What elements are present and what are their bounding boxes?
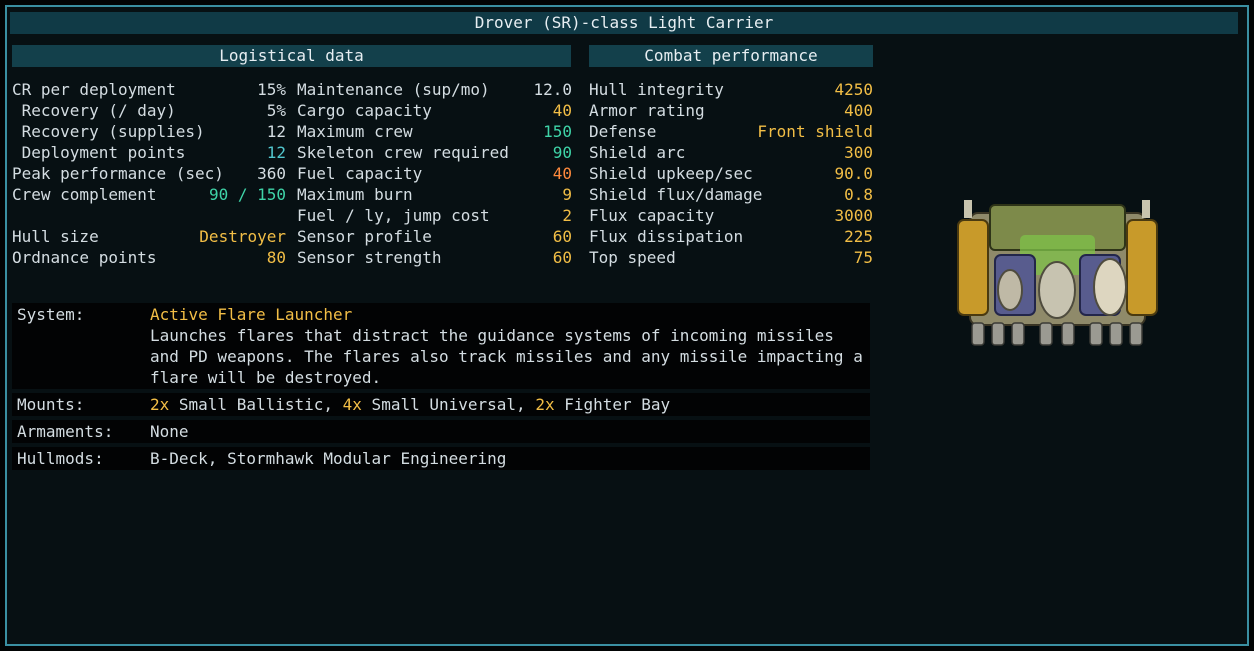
combat-header: Combat performance bbox=[589, 45, 873, 67]
stat-value: 0.8 bbox=[844, 185, 873, 204]
ship-title-bar: Drover (SR)-class Light Carrier bbox=[10, 12, 1238, 34]
stat-value: Front shield bbox=[757, 122, 873, 141]
stat-label: Shield upkeep/sec bbox=[589, 164, 753, 183]
mounts-list: 2x Small Ballistic, 4x Small Universal, … bbox=[150, 394, 865, 415]
stat-value: 90.0 bbox=[834, 164, 873, 183]
stat-row: Armor rating 400 bbox=[0, 100, 1254, 121]
mount-count: 2x bbox=[150, 395, 170, 414]
stat-label: Flux capacity bbox=[589, 206, 715, 225]
system-label: System: bbox=[17, 305, 85, 324]
stat-label: Flux dissipation bbox=[589, 227, 744, 246]
stat-value: 225 bbox=[844, 227, 873, 246]
stat-label: Hull integrity bbox=[589, 80, 724, 99]
armaments-row: Armaments: None bbox=[12, 420, 870, 443]
stat-value: 4250 bbox=[834, 80, 873, 99]
hullmods-label: Hullmods: bbox=[17, 449, 104, 468]
mount-type: Small Ballistic, bbox=[169, 395, 343, 414]
hullmods-row: Hullmods: B-Deck, Stormhawk Modular Engi… bbox=[12, 447, 870, 470]
stat-value: 75 bbox=[853, 248, 873, 267]
combat-header-label: Combat performance bbox=[644, 46, 818, 65]
stat-row: Defense Front shield bbox=[0, 121, 1254, 142]
ship-title: Drover (SR)-class Light Carrier bbox=[474, 13, 774, 32]
mount-type: Fighter Bay bbox=[554, 395, 671, 414]
stat-row: Hull integrity 4250 bbox=[0, 79, 1254, 100]
armaments-label: Armaments: bbox=[17, 422, 114, 441]
armaments-value: None bbox=[150, 422, 189, 441]
stat-value: 400 bbox=[844, 101, 873, 120]
mount-count: 2x bbox=[535, 395, 555, 414]
mount-count: 4x bbox=[342, 395, 362, 414]
hullmods-value: B-Deck, Stormhawk Modular Engineering bbox=[150, 449, 507, 468]
stat-row: Shield arc 300 bbox=[0, 142, 1254, 163]
ship-sprite-icon bbox=[957, 200, 1158, 346]
stat-label: Defense bbox=[589, 122, 657, 141]
stat-value: 3000 bbox=[834, 206, 873, 225]
stat-label: Shield arc bbox=[589, 143, 686, 162]
stat-label: Shield flux/damage bbox=[589, 185, 763, 204]
logistical-header-label: Logistical data bbox=[219, 46, 364, 65]
stat-label: Armor rating bbox=[589, 101, 705, 120]
system-row: System: Active Flare Launcher Launches f… bbox=[12, 303, 870, 389]
mounts-label: Mounts: bbox=[17, 395, 85, 414]
system-description: Launches flares that distract the guidan… bbox=[150, 326, 863, 387]
logistical-header: Logistical data bbox=[12, 45, 571, 67]
system-name: Active Flare Launcher bbox=[150, 305, 353, 324]
stat-row: Shield upkeep/sec 90.0 bbox=[0, 163, 1254, 184]
stat-value: 300 bbox=[844, 143, 873, 162]
mount-type: Small Universal, bbox=[361, 395, 536, 414]
stat-label: Top speed bbox=[589, 248, 676, 267]
mounts-row: Mounts: 2x Small Ballistic, 4x Small Uni… bbox=[12, 393, 870, 416]
